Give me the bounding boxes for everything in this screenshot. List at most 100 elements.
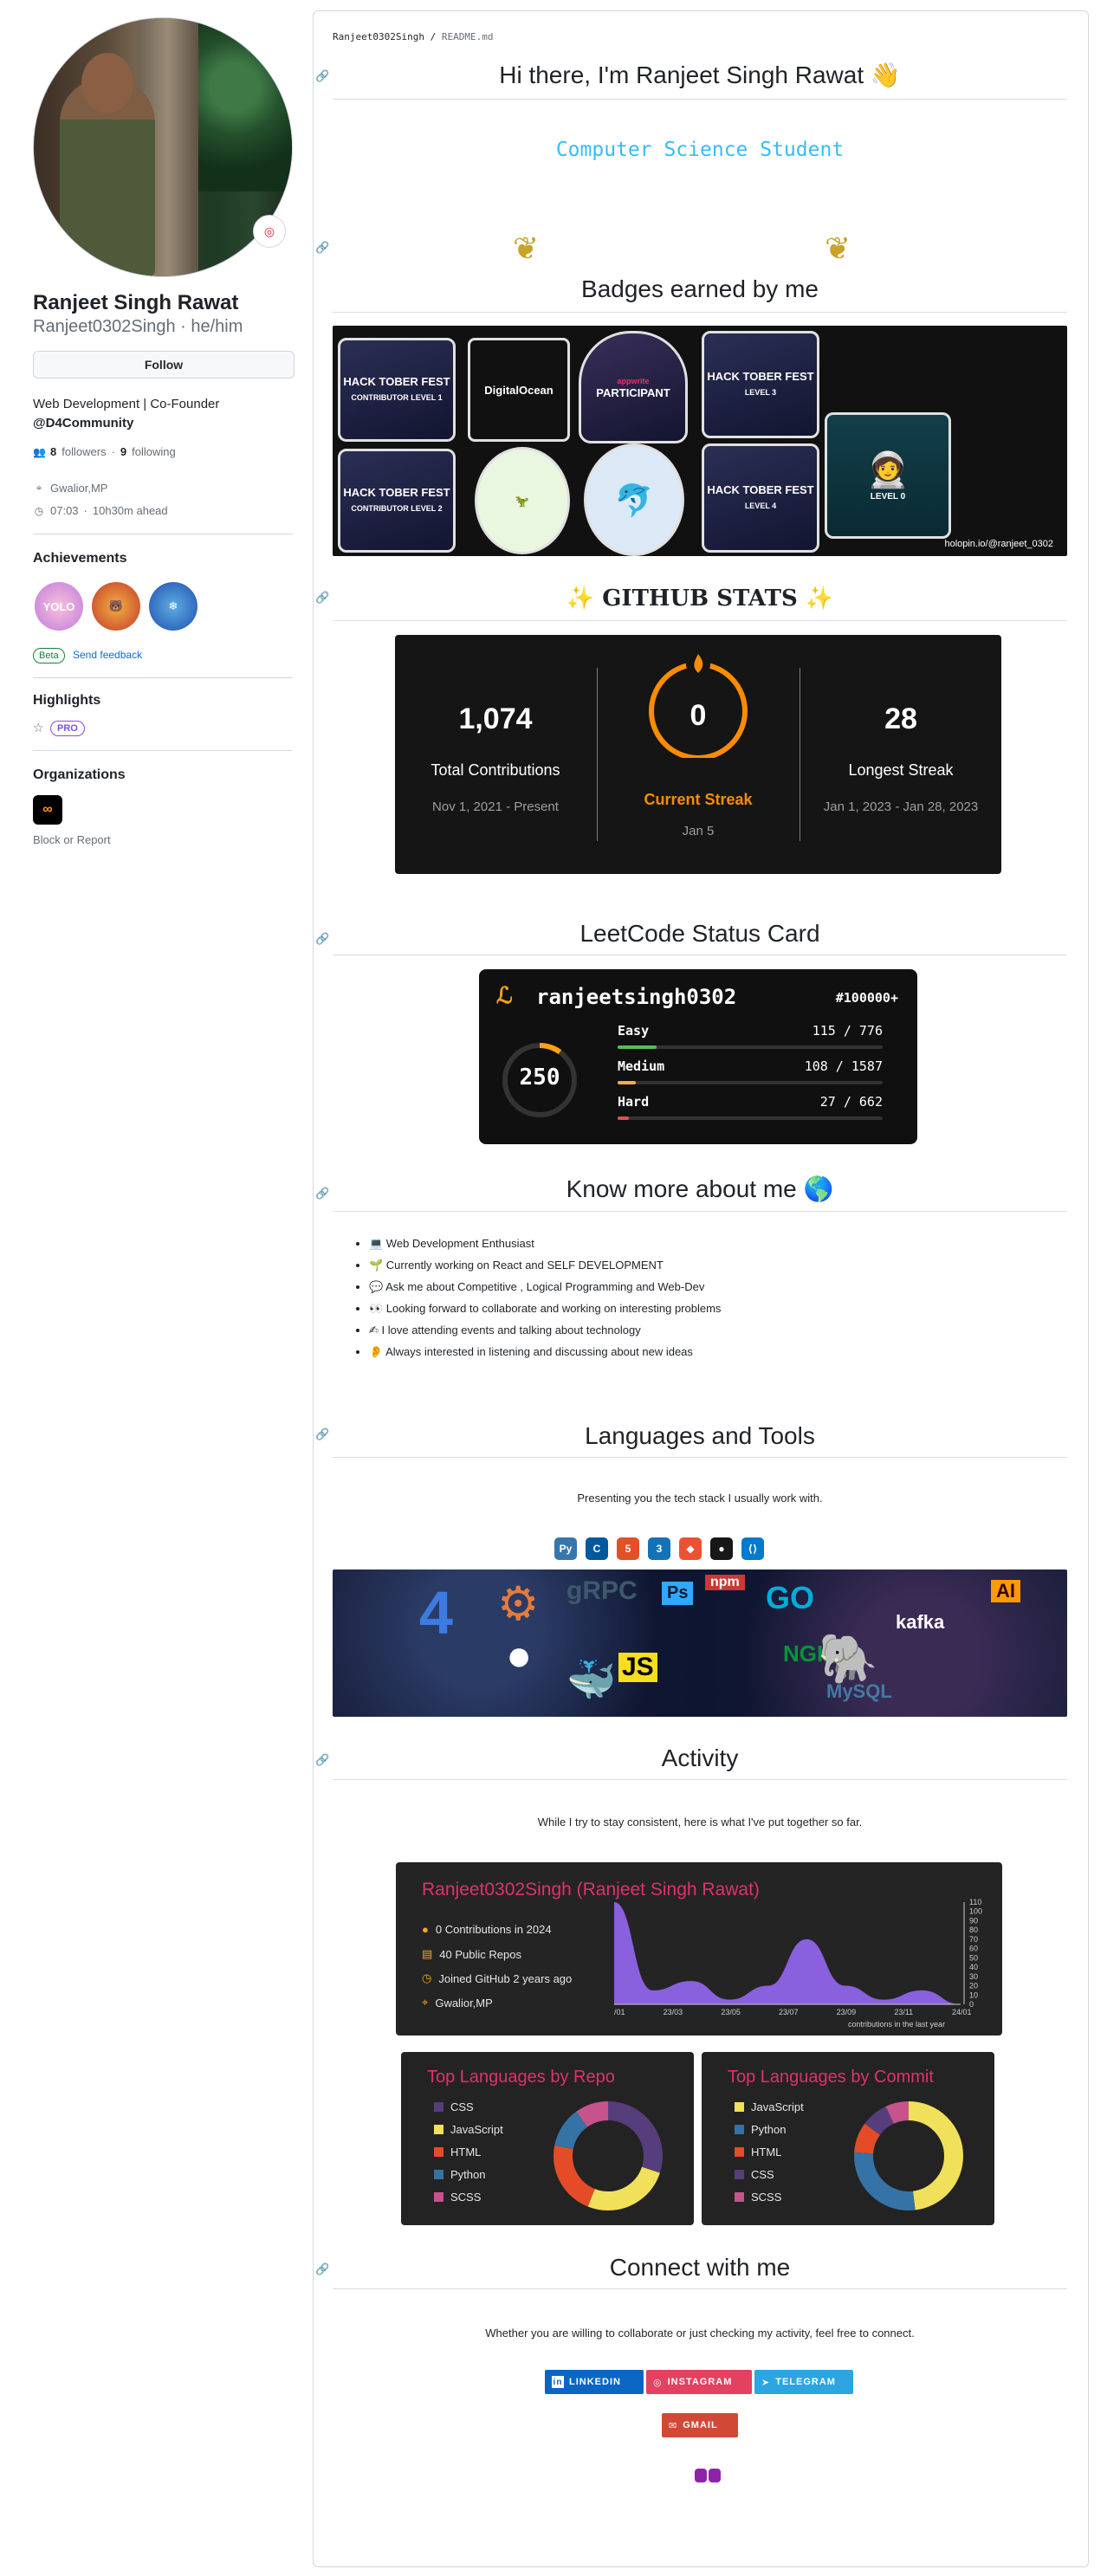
legend-label: HTML — [450, 2146, 482, 2159]
telegram-button[interactable]: ➤ TELEGRAM — [754, 2370, 853, 2394]
longest-streak-value: 28 — [884, 702, 917, 735]
anchor-link-icon[interactable]: 🔗 — [315, 1187, 329, 1201]
location-pin-icon: ⌖ — [422, 1996, 429, 2009]
follow-stats: 👥 8 followers · 9 following — [33, 445, 176, 458]
github-profile-summary-card[interactable]: Ranjeet0302Singh (Ranjeet Singh Rawat) ●… — [396, 1862, 1002, 2036]
typing-subtitle: Computer Science Student — [555, 139, 845, 161]
x-tick-label: 23/09 — [837, 2008, 857, 2016]
legend-label: SCSS — [450, 2191, 482, 2204]
repos-line: ▤ 40 Public Repos — [422, 1947, 521, 1961]
contribution-area — [614, 1902, 961, 2004]
follow-button[interactable]: Follow — [33, 351, 295, 379]
achievement-pull-shark-icon[interactable]: 🐻 — [92, 582, 140, 631]
profile-pronouns: he/him — [191, 317, 243, 336]
y-tick-label: 10 — [969, 1990, 978, 1999]
gmail-button[interactable]: ✉ GMAIL — [662, 2413, 738, 2437]
x-tick-label: 23/11 — [894, 2008, 913, 2016]
badge-appwrite-participant: appwrite PARTICIPANT — [579, 331, 688, 443]
legend-swatch — [735, 2125, 744, 2134]
list-item: ✍ I love attending events and talking ab… — [369, 1324, 721, 1345]
leetcode-row-medium: Medium 108 / 1587 — [618, 1058, 883, 1084]
languages-by-repo-card[interactable]: Top Languages by Repo CSS JavaScript HTML P… — [401, 2052, 694, 2225]
badges-heading: Badges earned by me — [581, 275, 819, 302]
vscode-icon[interactable]: ⟨⟩ — [741, 1537, 764, 1560]
heading-rule — [333, 620, 1067, 621]
languages-by-commit-title: Top Languages by Commit — [728, 2068, 934, 2087]
star-icon: ☆ — [33, 721, 44, 735]
anchor-link-icon[interactable]: 🔗 — [315, 1427, 329, 1441]
leetcode-heading: LeetCode Status Card — [579, 920, 820, 947]
leetcode-logo-icon: ℒ — [496, 983, 513, 1009]
leetcode-card[interactable]: ℒ ranjeetsingh0302 #100000+ 250 Easy 115 … — [479, 969, 917, 1144]
heading-rule — [333, 2288, 1067, 2289]
cpp-icon[interactable]: C — [586, 1537, 608, 1560]
legend-swatch — [434, 2192, 443, 2202]
achievement-arctic-icon[interactable]: ❄ — [149, 582, 197, 631]
linkedin-icon: in — [552, 2376, 564, 2388]
anchor-link-icon[interactable]: 🔗 — [315, 932, 329, 946]
tool-icons-row: Py C 5 3 ◆ ● ⟨⟩ — [554, 1537, 764, 1560]
legend-swatch — [735, 2147, 744, 2157]
css3-icon[interactable]: 3 — [648, 1537, 670, 1560]
git-icon[interactable]: ◆ — [679, 1537, 702, 1560]
following-label[interactable]: following — [132, 445, 176, 458]
anchor-link-icon[interactable]: 🔗 — [315, 2262, 329, 2276]
breadcrumb: Ranjeet0302Singh / README.md — [333, 31, 494, 42]
legend-item: Python — [735, 2123, 786, 2136]
languages-by-commit-donut — [854, 2101, 963, 2210]
languages-by-commit-card[interactable]: Top Languages by Commit JavaScript Python… — [702, 2052, 994, 2225]
linkedin-button[interactable]: in LINKEDIN — [545, 2370, 644, 2394]
greeting-heading: Hi there, I'm Ranjeet Singh Rawat 👋 — [499, 61, 901, 88]
instagram-icon: ◎ — [653, 2377, 663, 2388]
bio-text: Web Development | Co-Founder — [33, 397, 220, 411]
sidebar-divider — [33, 677, 293, 678]
anchor-link-icon[interactable]: 🔗 — [315, 591, 329, 605]
legend-item: SCSS — [735, 2191, 781, 2204]
bio-org-link[interactable]: @D4Community — [33, 414, 293, 433]
breadcrumb-file[interactable]: README.md — [442, 31, 494, 42]
org-d4community-logo-icon[interactable]: ∞ — [33, 795, 62, 825]
list-item: 💬 Ask me about Competitive , Logical Pro… — [369, 1280, 721, 1302]
achievements-heading[interactable]: Achievements — [33, 551, 127, 566]
list-item: 🌱 Currently working on React and SELF DE… — [369, 1259, 721, 1280]
badge-hacktoberfest-l2: HACK TOBER FEST CONTRIBUTOR LEVEL 2 — [338, 449, 456, 553]
block-report-link[interactable]: Block or Report — [33, 833, 111, 846]
status-emoji-icon[interactable]: ◎ — [253, 215, 286, 248]
current-streak-value: 0 — [689, 699, 707, 732]
following-count[interactable]: 9 — [120, 445, 126, 458]
sparkle-icon: ✨ — [805, 586, 834, 612]
github-streak-card[interactable]: 1,074 Total Contributions Nov 1, 2021 - … — [395, 635, 1001, 874]
anchor-link-icon[interactable]: 🔗 — [315, 69, 329, 83]
heading-rule — [333, 312, 1067, 313]
github-icon[interactable]: ● — [710, 1537, 733, 1560]
followers-count[interactable]: 8 — [50, 445, 56, 458]
x-tick-label: 23/03 — [664, 2008, 683, 2016]
legend-label: CSS — [450, 2100, 474, 2113]
html5-icon[interactable]: 5 — [617, 1537, 639, 1560]
joined-line: ◷ Joined GitHub 2 years ago — [422, 1971, 573, 1985]
followers-label[interactable]: followers — [62, 445, 106, 458]
profile-bio: Web Development | Co-Founder @D4Communit… — [33, 395, 293, 433]
breadcrumb-user[interactable]: Ranjeet0302Singh — [333, 31, 424, 42]
send-feedback-link[interactable]: Send feedback — [73, 649, 142, 661]
clock-icon: ◷ — [422, 1971, 432, 1984]
sparkle-icon: ✨ — [566, 586, 595, 612]
achievement-yolo-icon[interactable]: YOLO — [35, 582, 83, 631]
legend-item: CSS — [434, 2100, 474, 2113]
anchor-link-icon[interactable]: 🔗 — [315, 241, 329, 255]
current-streak-label: Current Streak — [644, 791, 753, 808]
anchor-link-icon[interactable]: 🔗 — [315, 1753, 329, 1767]
sidebar-divider — [33, 750, 293, 751]
about-heading: Know more about me 🌎 — [566, 1175, 834, 1202]
python-icon[interactable]: Py — [554, 1537, 577, 1560]
holopin-badges-banner[interactable]: HACK TOBER FEST CONTRIBUTOR LEVEL 1 Digit… — [333, 326, 1067, 556]
y-tick-label: 70 — [969, 1935, 978, 1944]
organizations-heading: Organizations — [33, 767, 126, 782]
leetcode-row-hard: Hard 27 / 662 — [618, 1094, 883, 1120]
telegram-icon: ➤ — [761, 2377, 771, 2388]
instagram-button[interactable]: ◎ INSTAGRAM — [646, 2370, 752, 2394]
legend-item: HTML — [735, 2146, 781, 2159]
x-tick-label: 23/05 — [721, 2008, 741, 2016]
leetcode-row-easy: Easy 115 / 776 — [618, 1023, 883, 1049]
legend-item: Python — [434, 2168, 485, 2181]
